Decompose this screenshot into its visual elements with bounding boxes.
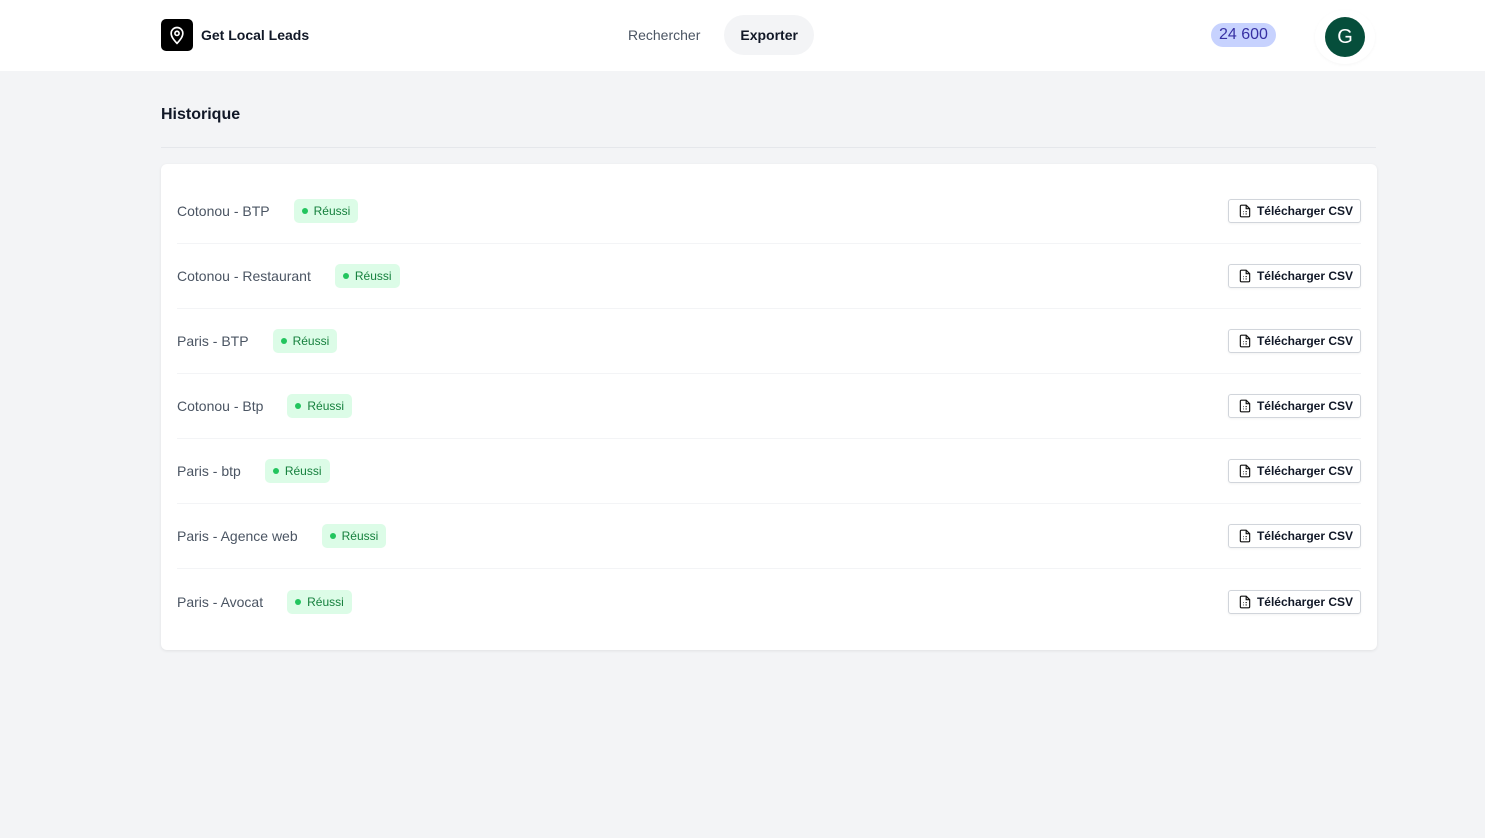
download-label: Télécharger CSV	[1256, 529, 1353, 543]
status-dot-icon	[295, 403, 302, 409]
export-name: Cotonou - Btp	[177, 398, 264, 414]
file-icon	[1239, 334, 1251, 348]
list-item: Cotonou - BTP Réussi Télécharger CSV	[177, 179, 1361, 244]
status-badge: Réussi	[272, 329, 338, 353]
download-label: Télécharger CSV	[1256, 334, 1353, 348]
status-badge: Réussi	[293, 199, 359, 223]
status-badge: Réussi	[287, 589, 352, 614]
download-label: Télécharger CSV	[1256, 204, 1353, 218]
status-label: Réussi	[284, 464, 322, 478]
export-history-list: Cotonou - BTP Réussi Télécharger CSV Coto…	[161, 164, 1377, 650]
export-name: Paris - btp	[177, 463, 241, 479]
map-pin-icon	[161, 19, 193, 51]
status-dot-icon	[329, 533, 336, 539]
status-badge: Réussi	[321, 524, 387, 548]
nav-rechercher[interactable]: Rechercher	[612, 15, 716, 55]
download-csv-button[interactable]: Télécharger CSV	[1227, 264, 1361, 288]
credits-badge: 24 600	[1211, 23, 1276, 47]
page-title: Historique	[161, 106, 241, 123]
file-icon	[1239, 595, 1251, 608]
list-item: Cotonou - Restaurant Réussi Télécharger …	[177, 244, 1361, 309]
status-dot-icon	[342, 273, 349, 279]
download-label: Télécharger CSV	[1256, 399, 1353, 413]
status-label: Réussi	[341, 529, 379, 543]
main-nav: Rechercher Exporter	[612, 15, 814, 55]
status-badge: Réussi	[264, 459, 330, 483]
avatar[interactable]: G	[1325, 17, 1365, 57]
download-csv-button[interactable]: Télécharger CSV	[1227, 524, 1361, 548]
export-name: Cotonou - BTP	[177, 203, 270, 219]
file-icon	[1239, 464, 1251, 478]
export-name: Paris - Agence web	[177, 528, 298, 544]
status-badge: Réussi	[334, 264, 400, 288]
status-dot-icon	[272, 468, 279, 474]
download-label: Télécharger CSV	[1256, 594, 1353, 609]
list-item: Paris - BTP Réussi Télécharger CSV	[177, 309, 1361, 374]
download-csv-button[interactable]: Télécharger CSV	[1227, 394, 1361, 418]
status-dot-icon	[301, 208, 308, 214]
list-item: Paris - Agence web Réussi Télécharger CS…	[177, 504, 1361, 569]
app-name: Get Local Leads	[201, 27, 310, 43]
download-csv-button[interactable]: Télécharger CSV	[1227, 459, 1361, 483]
status-label: Réussi	[313, 204, 351, 218]
status-label: Réussi	[354, 269, 392, 283]
list-item: Cotonou - Btp Réussi Télécharger CSV	[177, 374, 1361, 439]
download-csv-button[interactable]: Télécharger CSV	[1227, 329, 1361, 353]
divider	[161, 147, 1376, 148]
status-badge: Réussi	[287, 394, 353, 418]
export-name: Paris - BTP	[177, 333, 249, 349]
list-item: Paris - btp Réussi Télécharger CSV	[177, 439, 1361, 504]
status-dot-icon	[295, 598, 302, 605]
status-label: Réussi	[307, 594, 344, 609]
file-icon	[1239, 529, 1251, 543]
list-item: Paris - Avocat Réussi Télécharger CSV	[177, 569, 1361, 634]
download-csv-button[interactable]: Télécharger CSV	[1227, 589, 1361, 614]
file-icon	[1239, 204, 1251, 218]
header: Get Local Leads Rechercher Exporter 24 6…	[0, 0, 1485, 71]
nav-exporter[interactable]: Exporter	[724, 15, 814, 55]
export-name: Paris - Avocat	[177, 593, 264, 610]
download-csv-button[interactable]: Télécharger CSV	[1227, 199, 1361, 223]
status-label: Réussi	[307, 399, 345, 413]
export-name: Cotonou - Restaurant	[177, 268, 311, 284]
status-label: Réussi	[292, 334, 330, 348]
file-icon	[1239, 269, 1251, 283]
logo[interactable]: Get Local Leads	[161, 19, 309, 51]
download-label: Télécharger CSV	[1256, 464, 1353, 478]
download-label: Télécharger CSV	[1256, 269, 1353, 283]
file-icon	[1239, 399, 1251, 413]
user-menu[interactable]: G	[1315, 10, 1375, 64]
status-dot-icon	[280, 338, 287, 344]
